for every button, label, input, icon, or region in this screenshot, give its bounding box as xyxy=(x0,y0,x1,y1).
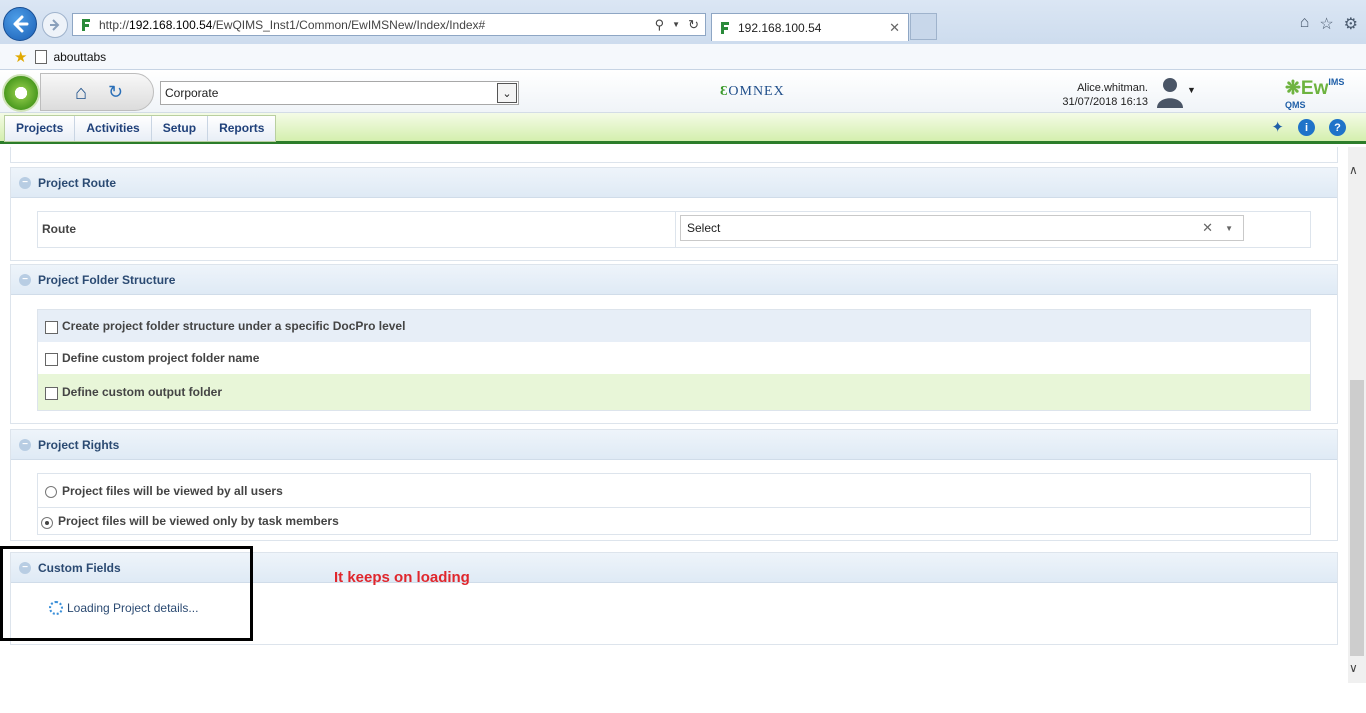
info-icon[interactable]: i xyxy=(1298,119,1315,136)
page-icon xyxy=(35,49,48,64)
quick-actions: ⌂ ↻ xyxy=(40,73,154,111)
star-icon[interactable]: ☆ xyxy=(1319,14,1333,34)
route-select[interactable]: Select ✕ ▼ xyxy=(680,215,1244,241)
site-select[interactable]: Corporate ⌄ xyxy=(160,81,519,105)
collapse-icon[interactable]: − xyxy=(19,273,31,286)
app-header: ⌂ ↻ Corporate ⌄ ƐOMNEX Alice.whitman. 31… xyxy=(0,71,1366,113)
main-menu: Projects Activities Setup Reports ✦ i ? xyxy=(0,113,1366,144)
favorites-star-icon[interactable]: ★ xyxy=(14,48,27,66)
chevron-up-icon[interactable]: ∧ xyxy=(1349,163,1358,177)
new-tab-button[interactable] xyxy=(910,13,937,40)
list-item: Create project folder structure under a … xyxy=(38,310,1310,342)
home-icon[interactable]: ⌂ xyxy=(75,82,87,105)
section-header[interactable]: − Project Rights xyxy=(11,430,1337,460)
list-item: Project files will be viewed only by tas… xyxy=(38,507,1310,534)
chevron-down-icon[interactable]: ▼ xyxy=(1187,85,1196,95)
avatar[interactable] xyxy=(1154,75,1186,109)
section-project-rights: − Project Rights Project files will be v… xyxy=(10,429,1338,541)
previous-section-bottom xyxy=(10,147,1338,163)
address-bar[interactable]: http://192.168.100.54/EwQIMS_Inst1/Commo… xyxy=(72,13,706,36)
list-item: Define custom project folder name xyxy=(38,342,1310,374)
arrow-left-icon xyxy=(13,15,29,33)
section-header[interactable]: − Project Folder Structure xyxy=(11,265,1337,295)
checkbox-custom-folder-name[interactable] xyxy=(45,353,58,366)
folder-options: Create project folder structure under a … xyxy=(37,309,1311,411)
close-icon[interactable]: ✕ xyxy=(889,20,900,36)
menu-setup[interactable]: Setup xyxy=(152,116,209,141)
tab-title: 192.168.100.54 xyxy=(738,20,822,35)
browser-tab[interactable]: 192.168.100.54 ✕ xyxy=(711,13,909,41)
section-header[interactable]: − Project Route xyxy=(11,168,1337,198)
section-folder-structure: − Project Folder Structure Create projec… xyxy=(10,264,1338,424)
radio-all-users[interactable] xyxy=(45,486,57,498)
pin-icon[interactable]: ✦ xyxy=(1271,119,1284,136)
chevron-down-icon[interactable]: ∨ xyxy=(1349,661,1358,675)
forward-button[interactable] xyxy=(42,12,68,38)
url-text[interactable]: http://192.168.100.54/EwQIMS_Inst1/Commo… xyxy=(99,18,655,32)
annotation-box xyxy=(0,546,253,641)
favorite-link[interactable]: abouttabs xyxy=(35,49,106,64)
annotation-text: It keeps on loading xyxy=(334,569,470,586)
user-name: Alice.whitman. xyxy=(1077,82,1148,94)
checkbox-docpro-level[interactable] xyxy=(45,321,58,334)
list-item: Project files will be viewed by all user… xyxy=(38,474,1310,507)
collapse-icon[interactable]: − xyxy=(19,438,31,451)
menu-projects[interactable]: Projects xyxy=(5,116,76,141)
search-icon[interactable]: ⚲ xyxy=(655,17,665,33)
chevron-down-icon[interactable]: ⌄ xyxy=(497,83,517,103)
radio-task-members[interactable] xyxy=(41,516,53,529)
app-logo[interactable] xyxy=(2,74,40,112)
refresh-icon[interactable]: ↻ xyxy=(108,82,126,102)
route-label: Route xyxy=(38,212,676,247)
route-row: Route Select ✕ ▼ xyxy=(37,211,1311,248)
refresh-icon[interactable]: ↻ xyxy=(688,17,699,33)
site-favicon-icon xyxy=(82,18,90,31)
omnex-logo: ƐOMNEX xyxy=(720,84,785,99)
menu-activities[interactable]: Activities xyxy=(75,116,152,141)
login-datetime: 31/07/2018 16:13 xyxy=(1062,96,1148,108)
gear-icon[interactable]: ⚙ xyxy=(1344,14,1358,34)
list-item: Define custom output folder xyxy=(38,374,1310,410)
help-icon[interactable]: ? xyxy=(1329,119,1346,136)
chevron-down-icon[interactable]: ▼ xyxy=(672,20,680,29)
menu-reports[interactable]: Reports xyxy=(208,116,275,141)
tab-favicon-icon xyxy=(721,21,729,34)
home-icon[interactable]: ⌂ xyxy=(1300,14,1310,34)
chevron-down-icon[interactable]: ▼ xyxy=(1225,224,1233,233)
arrow-right-icon xyxy=(50,19,60,31)
user-info: Alice.whitman. 31/07/2018 16:13 xyxy=(1040,81,1148,109)
back-button[interactable] xyxy=(3,7,37,41)
favorites-bar: ★ abouttabs xyxy=(0,44,1366,70)
scrollbar-thumb[interactable] xyxy=(1350,380,1364,656)
rights-options: Project files will be viewed by all user… xyxy=(37,473,1311,535)
checkbox-custom-output-folder[interactable] xyxy=(45,387,58,400)
collapse-icon[interactable]: − xyxy=(19,176,31,189)
section-project-route: − Project Route Route Select ✕ ▼ xyxy=(10,167,1338,261)
clear-icon[interactable]: ✕ xyxy=(1202,220,1213,236)
browser-toolbar: http://192.168.100.54/EwQIMS_Inst1/Commo… xyxy=(0,0,1366,44)
